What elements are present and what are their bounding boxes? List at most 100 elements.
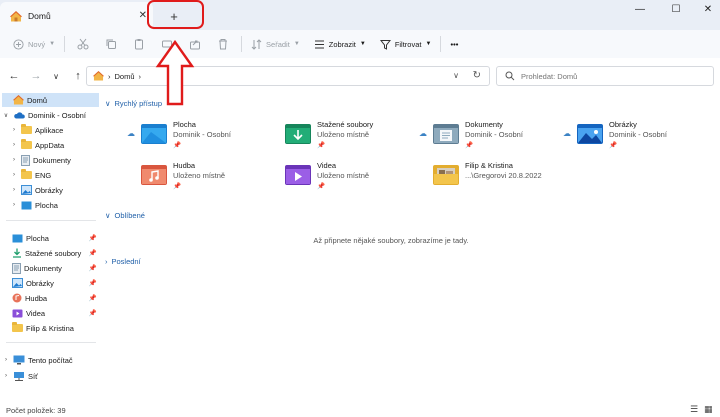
home-icon: [93, 71, 104, 81]
view-button[interactable]: Zobrazit ▼: [309, 33, 371, 55]
quick-access-item[interactable]: ☁ Plocha Dominik - Osobní 📌: [127, 120, 267, 156]
sidebar-item-obrazky[interactable]: › Obrázky: [10, 183, 99, 197]
sidebar-item-label: AppData: [35, 140, 65, 150]
sidebar-pinned-plocha[interactable]: Plocha 📌: [12, 231, 99, 245]
item-name: Dokumenty: [465, 120, 503, 129]
minimize-button[interactable]: —: [622, 0, 658, 18]
documents-icon: [12, 262, 21, 274]
sidebar-pinned-filip-kristina[interactable]: Filip & Kristina: [12, 321, 99, 335]
download-icon: [13, 248, 21, 258]
tab-home[interactable]: Domů ✕: [0, 2, 153, 30]
pin-icon[interactable]: 📌: [89, 249, 97, 257]
divider: [6, 220, 96, 221]
address-bar[interactable]: › Domů › ∨ ↻: [86, 66, 490, 86]
recent-locations-chevron-icon[interactable]: ∨: [46, 66, 66, 86]
title-bar: Domů ✕ + — ☐ ✕: [0, 0, 720, 30]
pin-icon: 📌: [173, 142, 182, 149]
sidebar-item-appdata[interactable]: › AppData: [10, 138, 99, 152]
section-recent[interactable]: › Poslední: [105, 257, 141, 266]
tiles-view-icon[interactable]: ▦: [704, 404, 713, 415]
item-location: Uloženo místně: [317, 171, 370, 180]
quick-access-item[interactable]: ☁ Obrázky Dominik - Osobní 📌: [563, 120, 703, 156]
chevron-right-icon: ›: [105, 257, 108, 266]
sidebar-item-onedrive[interactable]: ∨ Dominik - Osobní: [2, 108, 99, 122]
cut-button[interactable]: [69, 33, 97, 55]
new-label: Nový: [28, 39, 46, 49]
copy-button[interactable]: [97, 33, 125, 55]
folder-icon: [21, 124, 32, 134]
search-box[interactable]: [496, 66, 714, 86]
pin-icon[interactable]: 📌: [89, 234, 97, 242]
new-button[interactable]: Nový ▼: [8, 33, 60, 55]
quick-access-item[interactable]: Videa Uloženo místně 📌: [271, 161, 411, 197]
sidebar-pinned-stazene[interactable]: Stažené soubory 📌: [12, 246, 99, 260]
sidebar-item-label: ENG: [35, 170, 52, 180]
quick-access-item[interactable]: Hudba Uloženo místně 📌: [127, 161, 267, 197]
sidebar-item-this-pc[interactable]: › Tento počítač: [2, 353, 99, 367]
section-quick-access[interactable]: ∨ Rychlý přístup: [105, 99, 162, 108]
sidebar-item-plocha[interactable]: › Plocha: [10, 198, 99, 212]
pin-icon[interactable]: 📌: [89, 294, 97, 302]
sort-button[interactable]: Seřadit ▼: [246, 33, 305, 55]
sort-label: Seřadit: [266, 39, 290, 49]
item-name: Stažené soubory: [317, 120, 374, 129]
address-dropdown-icon[interactable]: ∨: [453, 71, 459, 80]
delete-button[interactable]: [209, 33, 237, 55]
filter-button[interactable]: Filtrovat ▼: [375, 33, 437, 55]
maximize-button[interactable]: ☐: [658, 0, 694, 18]
sidebar-item-label: Aplikace: [35, 125, 64, 135]
breadcrumb-home[interactable]: Domů: [115, 72, 135, 81]
sidebar-pinned-hudba[interactable]: Hudba 📌: [12, 291, 99, 305]
sidebar-item-aplikace[interactable]: › Aplikace: [10, 123, 99, 137]
desktop-icon: [21, 201, 32, 209]
chevron-down-icon[interactable]: ∨: [2, 112, 10, 119]
sidebar-item-eng[interactable]: › ENG: [10, 168, 99, 182]
cloud-icon: [14, 112, 25, 119]
divider: [440, 36, 442, 52]
divider: [6, 342, 96, 343]
section-favorites[interactable]: ∨ Oblíbené: [105, 211, 145, 220]
pin-icon: 📌: [609, 142, 618, 149]
quick-access-item[interactable]: Filip & Kristina ...\Gregorovi 20.8.2022: [419, 161, 589, 197]
sidebar-item-network[interactable]: › Síť: [2, 369, 99, 383]
sidebar-item-dokumenty[interactable]: › Dokumenty: [10, 153, 99, 167]
more-options-button[interactable]: •••: [445, 33, 463, 55]
tab-close-icon[interactable]: ✕: [139, 10, 147, 21]
pin-icon[interactable]: 📌: [89, 279, 97, 287]
quick-access-item[interactable]: Stažené soubory Uloženo místně 📌: [271, 120, 411, 156]
pin-icon: 📌: [173, 183, 182, 190]
chevron-down-icon: ▼: [425, 41, 432, 47]
quick-access-item[interactable]: ☁ Dokumenty Dominik - Osobní 📌: [419, 120, 559, 156]
chevron-down-icon: ▼: [293, 41, 300, 47]
annotation-arrow: [155, 40, 195, 106]
pin-icon: 📌: [317, 142, 326, 149]
details-view-icon[interactable]: ☰: [690, 404, 698, 415]
item-name: Plocha: [173, 120, 196, 129]
sidebar-item-label: Filip & Kristina: [26, 323, 74, 333]
sidebar-item-home[interactable]: Domů: [2, 93, 99, 107]
pictures-icon: [21, 185, 32, 195]
divider: [64, 36, 66, 52]
folder-icon: [12, 322, 23, 332]
search-input[interactable]: [521, 71, 701, 81]
close-window-button[interactable]: ✕: [690, 0, 720, 18]
up-arrow-icon[interactable]: ↑: [68, 66, 88, 86]
paste-button[interactable]: [125, 33, 153, 55]
refresh-icon[interactable]: ↻: [473, 70, 481, 81]
chevron-down-icon: ▼: [49, 41, 56, 47]
sidebar-item-label: Síť: [28, 371, 38, 381]
sidebar-item-label: Obrázky: [26, 278, 54, 288]
back-arrow-icon[interactable]: ←: [4, 66, 24, 86]
sidebar-pinned-dokumenty[interactable]: Dokumenty 📌: [12, 261, 99, 275]
pin-icon: 📌: [465, 142, 474, 149]
pin-icon[interactable]: 📌: [89, 309, 97, 317]
sidebar-pinned-obrazky[interactable]: Obrázky 📌: [12, 276, 99, 290]
pin-icon[interactable]: 📌: [89, 264, 97, 272]
forward-arrow-icon[interactable]: →: [26, 66, 46, 86]
sidebar-pinned-videa[interactable]: Videa 📌: [12, 306, 99, 320]
sidebar-item-label: Domů: [27, 95, 48, 105]
clipboard-icon: [135, 39, 144, 50]
view-label: Zobrazit: [328, 39, 356, 49]
computer-icon: [13, 355, 25, 365]
sidebar-item-label: Videa: [26, 308, 46, 318]
